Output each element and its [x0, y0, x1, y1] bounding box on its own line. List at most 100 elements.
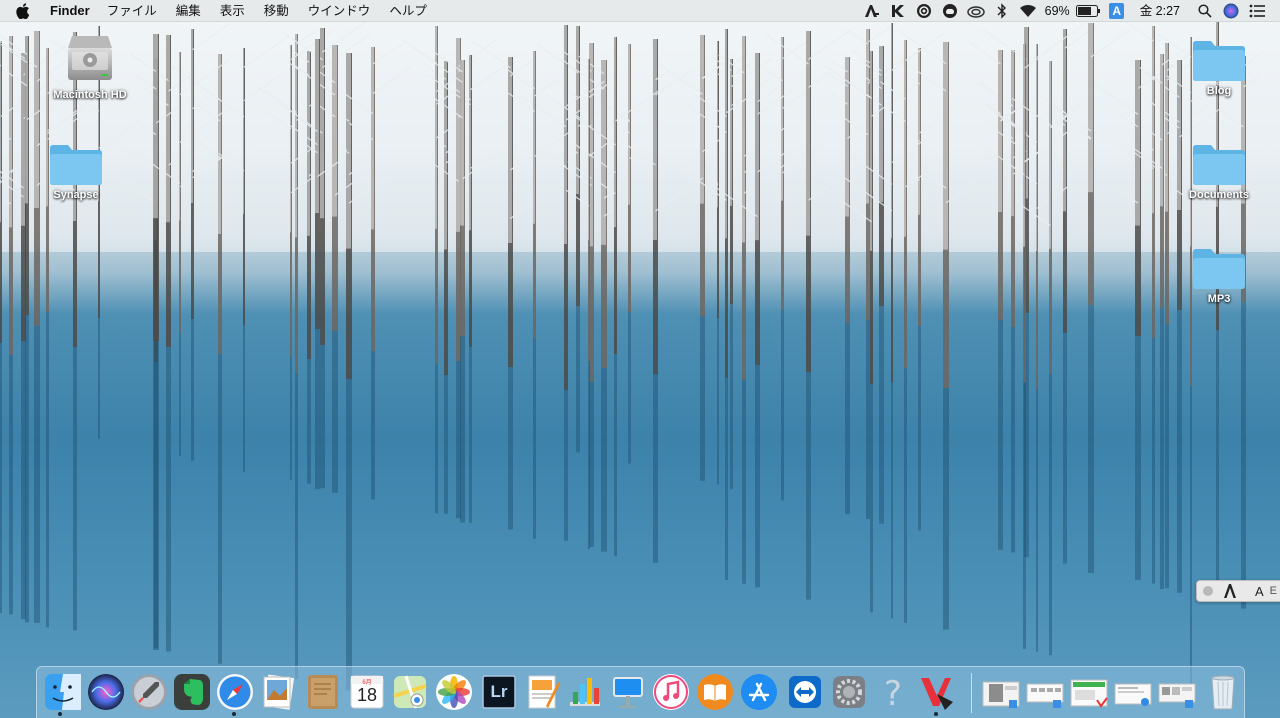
- tree-snow: [866, 29, 869, 204]
- bluetooth-icon[interactable]: [991, 0, 1013, 22]
- tree-reflection: [904, 368, 907, 623]
- tree-snow: [218, 54, 221, 234]
- dock-minimized-window-1[interactable]: [981, 672, 1023, 712]
- tree-snow: [806, 31, 810, 236]
- tree-reflection: [891, 382, 893, 619]
- menu-go[interactable]: 移動: [264, 0, 289, 22]
- tree-reflection: [1152, 338, 1155, 584]
- dock-help[interactable]: ?: [873, 672, 913, 714]
- menu-edit[interactable]: 編集: [176, 0, 201, 22]
- desktop-icon-synapse[interactable]: Synapse: [31, 142, 121, 201]
- palette-letter[interactable]: A: [1255, 584, 1264, 599]
- dock-maps[interactable]: [390, 672, 430, 712]
- tree-snow: [295, 34, 297, 238]
- tree-reflection: [576, 306, 580, 453]
- tree-snow: [1135, 60, 1140, 226]
- tree-reflection: [1036, 389, 1038, 652]
- input-source-icon[interactable]: A: [1106, 0, 1128, 22]
- dock-minimized-window-4[interactable]: [1113, 672, 1155, 712]
- tree-reflection: [918, 326, 921, 531]
- tree-reflection: [166, 347, 171, 652]
- desktop-icon-documents[interactable]: Documents: [1174, 142, 1264, 201]
- dock-siri[interactable]: [86, 672, 126, 712]
- dock-teamviewer[interactable]: [785, 672, 825, 712]
- dock-pages[interactable]: [522, 672, 562, 712]
- desktop-icon-label: Documents: [1189, 189, 1249, 201]
- tree-reflection: [460, 336, 465, 523]
- dock-separator: [971, 673, 972, 713]
- tree-reflection: [1011, 327, 1015, 553]
- dock-ibooks[interactable]: [695, 672, 735, 712]
- dock-evernote[interactable]: [172, 672, 212, 712]
- dock-itunes[interactable]: [651, 672, 691, 712]
- vivaldi-icon: [921, 678, 953, 710]
- window-thumbnail-icon: [1026, 683, 1064, 708]
- k-menu-icon[interactable]: [887, 0, 909, 22]
- tree-snow: [1011, 50, 1014, 217]
- desktop-icon-mp3[interactable]: MP3: [1174, 246, 1264, 305]
- hard-drive-icon: [68, 36, 112, 80]
- floating-palette[interactable]: A E: [1196, 580, 1280, 602]
- desktop-icon-label: Blog: [1206, 85, 1232, 97]
- menu-window[interactable]: ウインドウ: [308, 0, 371, 22]
- tree-reflection: [998, 320, 1003, 550]
- numbers-icon: [570, 678, 600, 706]
- creative-cloud-2-icon[interactable]: [965, 0, 987, 22]
- dock-safari[interactable]: [215, 672, 255, 712]
- menu-file[interactable]: ファイル: [107, 0, 157, 22]
- dock-minimized-window-2[interactable]: [1025, 672, 1067, 712]
- sync-menu-icon[interactable]: [913, 0, 935, 22]
- dock-trash[interactable]: [1203, 672, 1243, 712]
- menu-clock[interactable]: 金 2:27: [1140, 0, 1180, 22]
- tree-reflection: [730, 304, 733, 490]
- tree-snow: [998, 50, 1002, 212]
- menu-app-name[interactable]: Finder: [50, 0, 90, 22]
- creative-cloud-icon[interactable]: [939, 0, 961, 22]
- tree-reflection: [153, 341, 159, 650]
- dock-photos[interactable]: [434, 672, 474, 712]
- wifi-icon[interactable]: [1017, 0, 1039, 22]
- dock-numbers[interactable]: [565, 672, 605, 712]
- battery-icon[interactable]: [1074, 0, 1102, 22]
- dock-minimized-window-5[interactable]: [1157, 672, 1199, 712]
- dock-minimized-window-3[interactable]: [1069, 672, 1111, 712]
- desktop-icon-macintosh-hd[interactable]: Macintosh HD: [45, 30, 135, 101]
- menu-view[interactable]: 表示: [220, 0, 245, 22]
- siri-menu-icon[interactable]: [1220, 0, 1242, 22]
- trash-icon: [1211, 675, 1235, 710]
- dock-notefile[interactable]: [303, 672, 343, 712]
- dock-calendar[interactable]: 6月 18: [347, 672, 387, 712]
- artrage-glyph-icon[interactable]: [1223, 583, 1237, 599]
- dock-keynote[interactable]: [608, 672, 648, 712]
- desktop-icon-blog[interactable]: Blog: [1174, 38, 1264, 97]
- tree-snow: [730, 59, 732, 206]
- dock-launchpad[interactable]: [129, 672, 169, 712]
- menu-help[interactable]: ヘルプ: [389, 0, 427, 22]
- dock-finder[interactable]: [43, 672, 83, 712]
- tree-reflection: [98, 318, 100, 439]
- spotlight-search-icon[interactable]: [1194, 0, 1216, 22]
- palette-handle-icon[interactable]: [1203, 586, 1213, 596]
- tree-reflection: [34, 326, 40, 623]
- apple-icon[interactable]: [16, 2, 30, 19]
- notification-center-icon[interactable]: [1246, 0, 1268, 22]
- dock-app-store[interactable]: [739, 672, 779, 712]
- ibooks-icon: [697, 674, 733, 710]
- dock-preview[interactable]: [258, 672, 298, 712]
- evernote-icon: [174, 674, 210, 710]
- tree-snow: [332, 45, 337, 217]
- tree-reflection: [781, 310, 784, 501]
- palette-letter-2[interactable]: E: [1270, 585, 1277, 597]
- tree-reflection: [9, 355, 13, 615]
- dock-vivaldi[interactable]: [915, 672, 955, 712]
- window-thumbnail-icon: [1158, 683, 1196, 708]
- dock-system-preferences[interactable]: [829, 672, 869, 712]
- tree-reflection: [653, 374, 658, 563]
- artrage-menu-icon[interactable]: [861, 0, 883, 22]
- tree-reflection: [73, 347, 77, 631]
- tree-reflection: [1063, 333, 1067, 564]
- dock-lightroom[interactable]: Lr: [479, 672, 519, 712]
- tree-reflection: [469, 347, 472, 523]
- help-icon: ?: [883, 674, 903, 714]
- tree-snow: [0, 41, 1, 223]
